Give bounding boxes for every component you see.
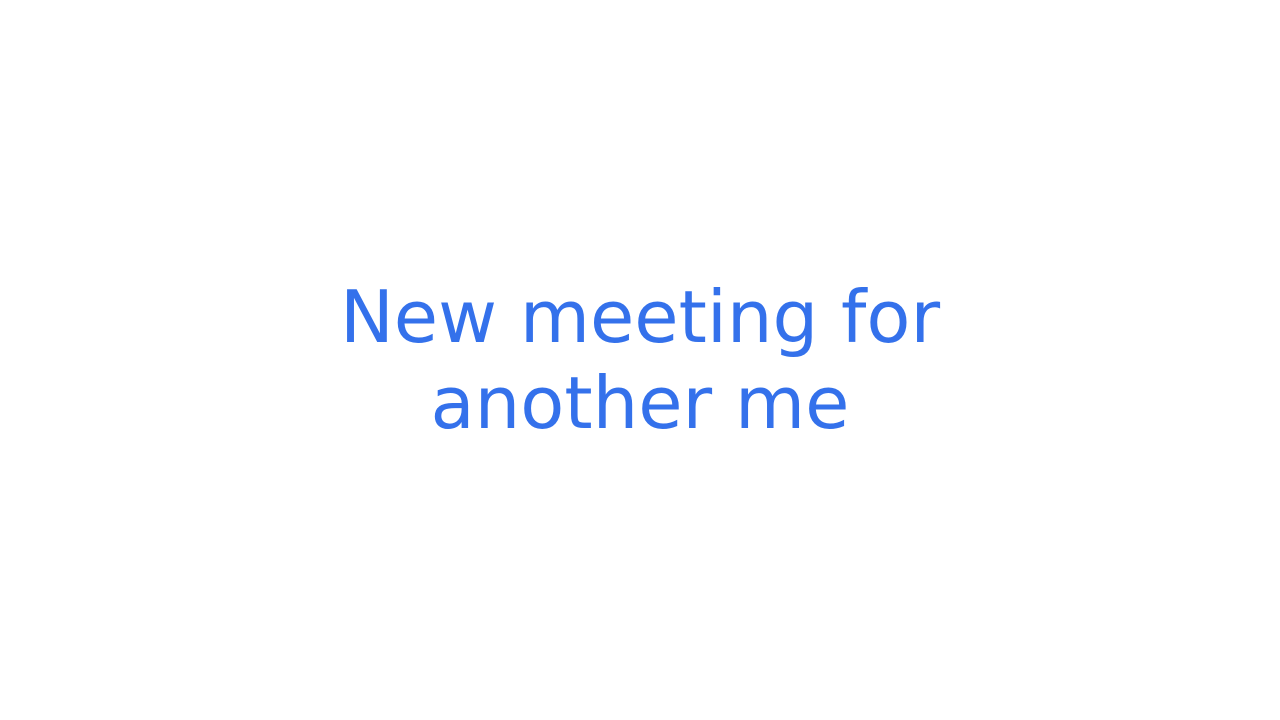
title-line-1: New meeting for	[339, 275, 941, 359]
slide-title: New meeting for another me	[0, 0, 1280, 720]
slide: New meeting for another me	[0, 0, 1280, 720]
title-line-2: another me	[430, 361, 850, 445]
